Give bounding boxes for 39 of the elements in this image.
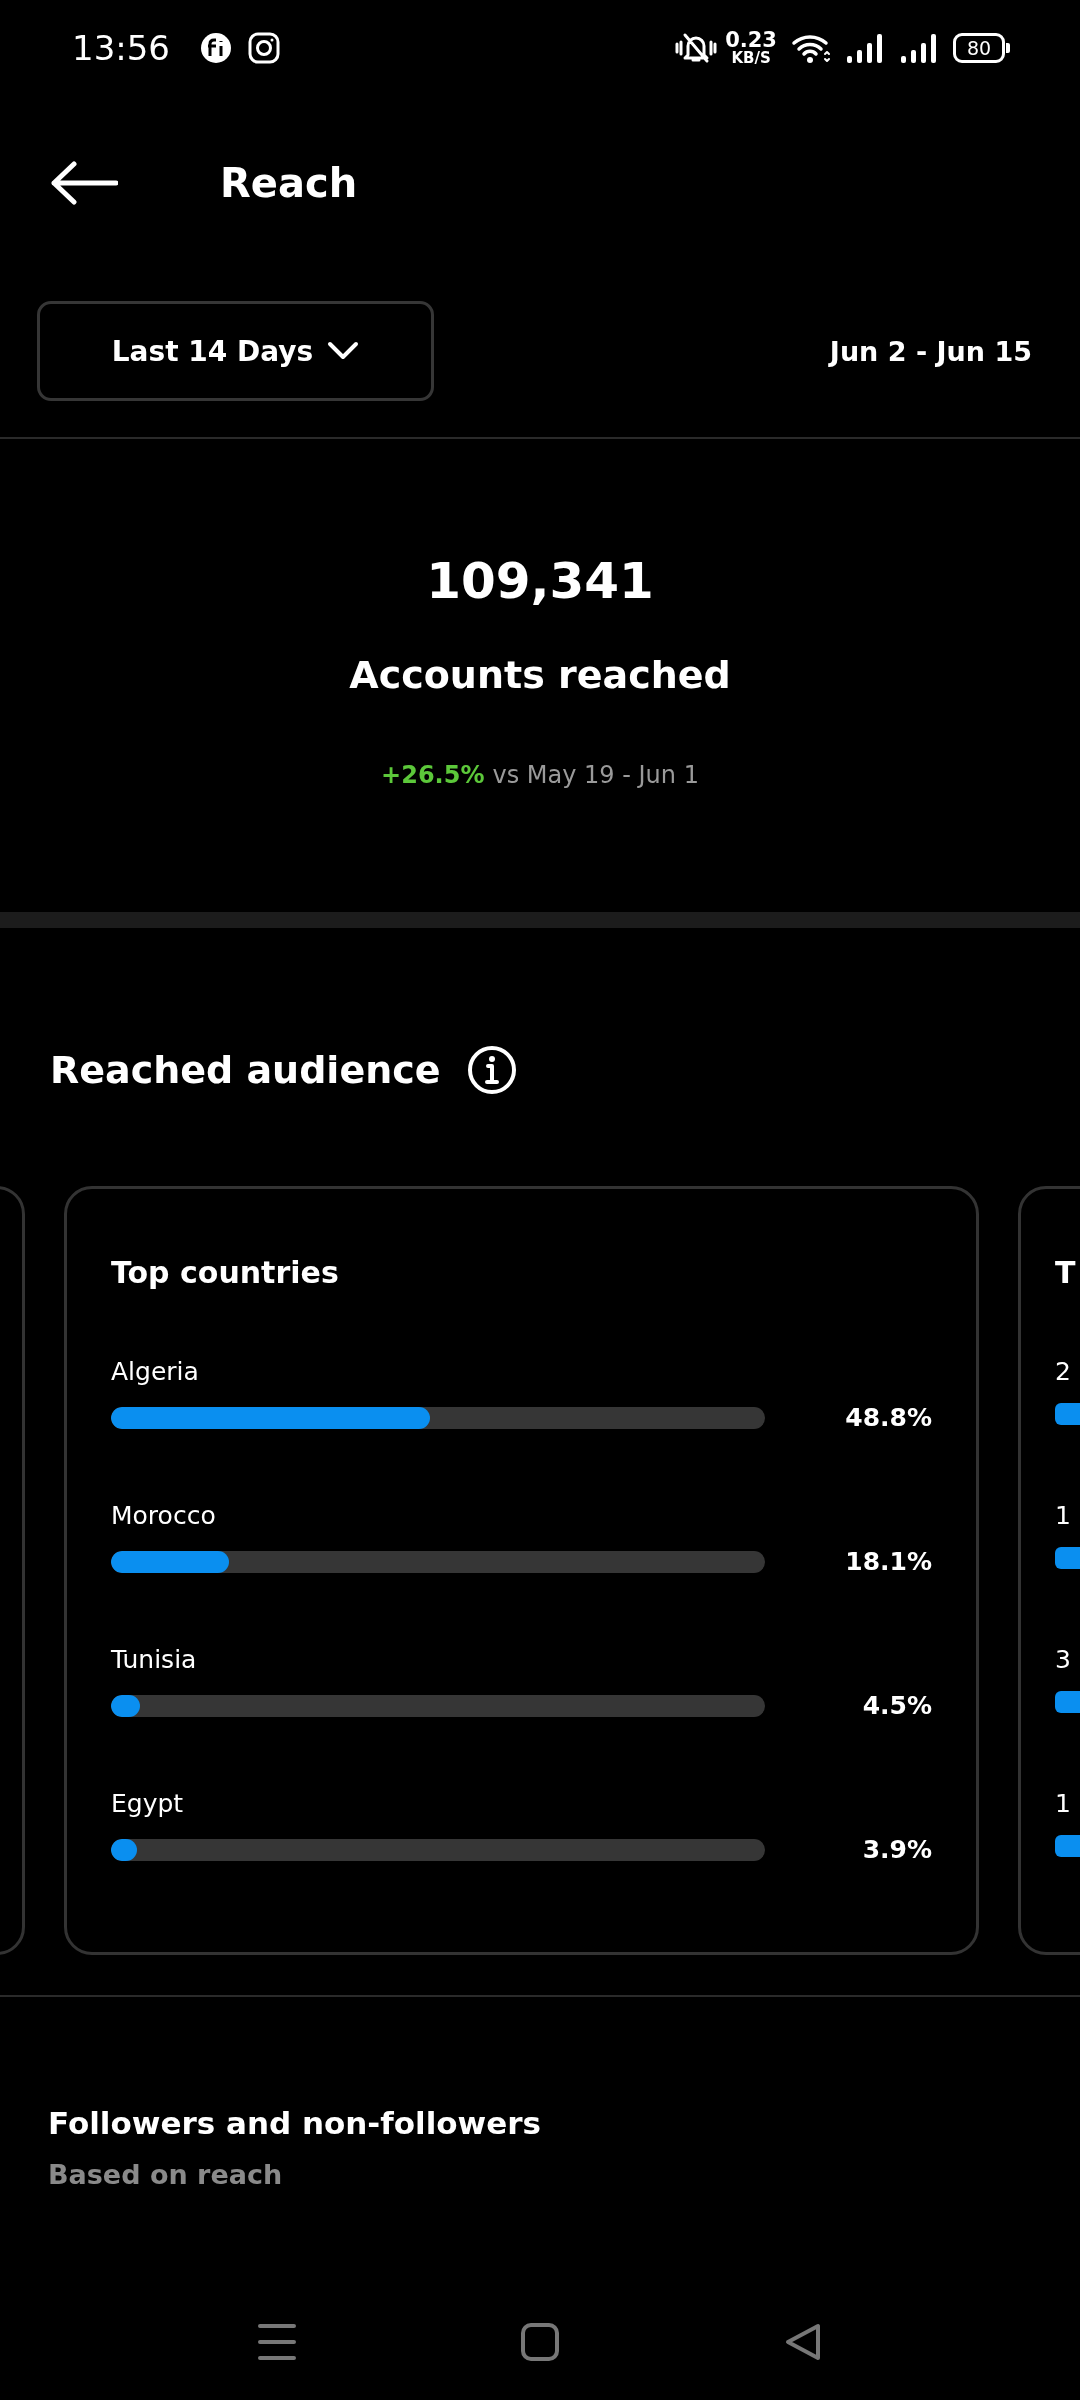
comparison-period: vs May 19 - Jun 1 [492, 761, 699, 789]
date-range-text: Jun 2 - Jun 15 [829, 335, 1032, 367]
row-label: 1 [1055, 1500, 1071, 1532]
country-name: Algeria [111, 1356, 199, 1388]
back-triangle-icon[interactable] [784, 2323, 822, 2361]
country-percent: 18.1% [845, 1547, 932, 1576]
page-title: Reach [220, 160, 358, 206]
reach-count: 109,341 [426, 551, 654, 611]
date-range-dropdown[interactable]: Last 14 Days [37, 301, 434, 401]
back-button[interactable] [50, 161, 118, 205]
reach-label: Accounts reached [349, 653, 731, 697]
signal-icon [845, 31, 885, 64]
camera-app-icon [248, 31, 280, 64]
row-label: 1 [1055, 1788, 1071, 1820]
home-square-icon[interactable] [521, 2323, 559, 2361]
country-percent: 4.5% [862, 1691, 932, 1720]
battery-level: 80 [953, 32, 1010, 63]
country-percent: 48.8% [845, 1403, 932, 1432]
card-title: T [1055, 1254, 1077, 1292]
row-label: 2 [1055, 1356, 1071, 1388]
signal-icon [899, 31, 939, 64]
country-name: Egypt [111, 1788, 184, 1820]
back-arrow-icon [50, 161, 118, 205]
clock-time: 13:56 [72, 27, 170, 68]
section-subtitle: Based on reach [48, 2159, 284, 2190]
section-title: Followers and non-followers [48, 2104, 542, 2143]
row-label: 3 [1055, 1644, 1071, 1676]
country-percent: 3.9% [862, 1835, 932, 1864]
app-circle-icon [200, 31, 232, 64]
country-name: Tunisia [111, 1644, 197, 1676]
menu-icon[interactable] [258, 2323, 296, 2361]
card-title: Top countries [111, 1254, 340, 1292]
chevron-down-icon [327, 341, 360, 361]
network-speed: 0.23 [725, 29, 777, 51]
info-button[interactable] [466, 1045, 517, 1095]
country-name: Morocco [111, 1500, 216, 1532]
change-percent: +26.5% [381, 761, 485, 789]
section-title: Reached audience [50, 1048, 441, 1092]
network-unit: KB/S [731, 50, 771, 66]
